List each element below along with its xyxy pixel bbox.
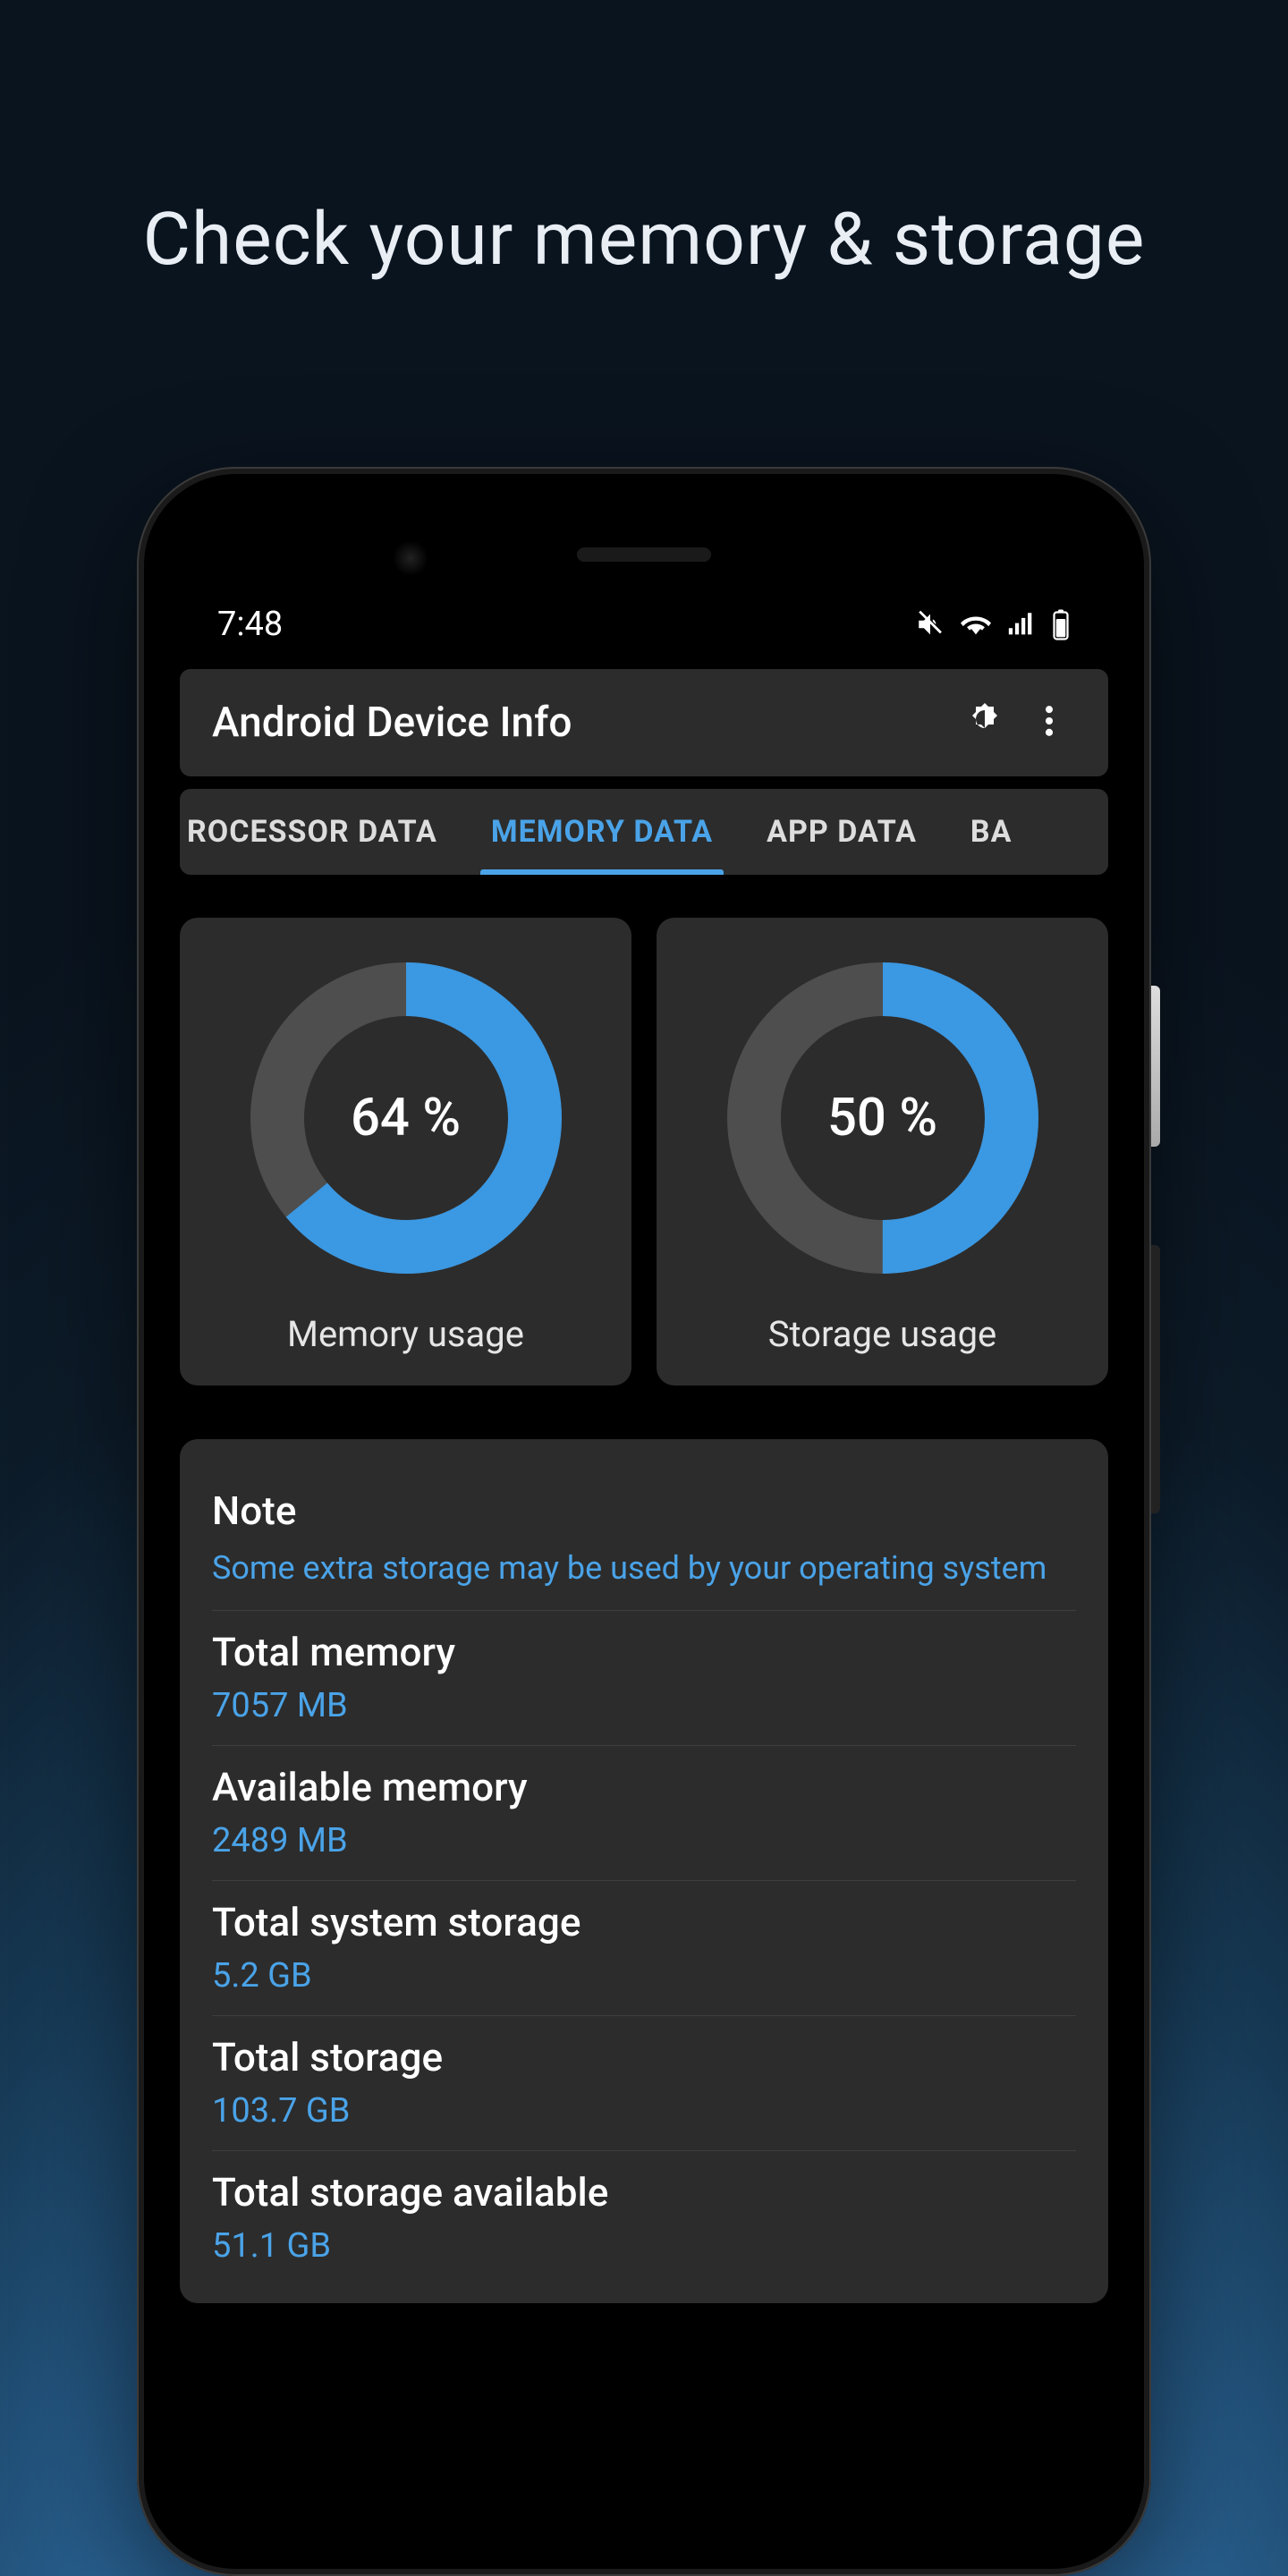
brightness-icon bbox=[963, 699, 1006, 746]
row-value: 2489 MB bbox=[212, 1821, 1076, 1860]
more-vert-icon bbox=[1030, 701, 1069, 744]
tab-battery-data[interactable]: BA bbox=[944, 789, 1039, 875]
row-value: 7057 MB bbox=[212, 1686, 1076, 1725]
info-card: Note Some extra storage may be used by y… bbox=[180, 1439, 1108, 2303]
row-available-memory: Available memory 2489 MB bbox=[212, 1746, 1076, 1881]
promo-title: Check your memory & storage bbox=[0, 197, 1288, 283]
wifi-icon bbox=[960, 609, 992, 640]
row-value: 5.2 GB bbox=[212, 1956, 1076, 1996]
app-title: Android Device Info bbox=[212, 699, 953, 747]
row-label: Total storage available bbox=[212, 2169, 1076, 2216]
status-bar: 7:48 bbox=[180, 488, 1108, 660]
status-time: 7:48 bbox=[217, 605, 283, 644]
app-bar: Android Device Info bbox=[180, 669, 1108, 776]
row-total-storage: Total storage 103.7 GB bbox=[212, 2016, 1076, 2151]
gauge-row: 64 % Memory usage 50 % Storage usage bbox=[180, 918, 1108, 1385]
battery-icon bbox=[1051, 608, 1071, 640]
storage-donut: 50 % bbox=[722, 957, 1044, 1279]
info-note-title: Note bbox=[212, 1487, 1076, 1534]
tab-bar: ROCESSOR DATA MEMORY DATA APP DATA BA bbox=[180, 789, 1108, 875]
memory-usage-card: 64 % Memory usage bbox=[180, 918, 631, 1385]
info-note-row: Note Some extra storage may be used by y… bbox=[212, 1470, 1076, 1611]
storage-usage-card: 50 % Storage usage bbox=[657, 918, 1108, 1385]
row-total-storage-available: Total storage available 51.1 GB bbox=[212, 2151, 1076, 2285]
volume-button bbox=[1151, 1245, 1160, 1513]
overflow-menu-button[interactable] bbox=[1017, 691, 1081, 755]
signal-icon bbox=[1006, 609, 1037, 640]
tab-memory-data[interactable]: MEMORY DATA bbox=[464, 789, 740, 875]
row-total-system-storage: Total system storage 5.2 GB bbox=[212, 1881, 1076, 2016]
storage-gauge-label: Storage usage bbox=[768, 1313, 997, 1355]
tab-processor-data[interactable]: ROCESSOR DATA bbox=[187, 789, 464, 875]
mute-icon bbox=[915, 609, 945, 640]
row-value: 103.7 GB bbox=[212, 2091, 1076, 2131]
row-label: Total storage bbox=[212, 2034, 1076, 2080]
theme-toggle-button[interactable] bbox=[953, 691, 1017, 755]
row-value: 51.1 GB bbox=[212, 2226, 1076, 2266]
row-label: Total memory bbox=[212, 1629, 1076, 1675]
row-total-memory: Total memory 7057 MB bbox=[212, 1611, 1076, 1746]
screen: 7:48 Android bbox=[158, 488, 1130, 2555]
memory-donut: 64 % bbox=[245, 957, 567, 1279]
memory-percent-label: 64 % bbox=[245, 957, 567, 1279]
row-label: Available memory bbox=[212, 1764, 1076, 1810]
status-icons bbox=[915, 608, 1071, 640]
tab-app-data[interactable]: APP DATA bbox=[740, 789, 944, 875]
memory-gauge-label: Memory usage bbox=[287, 1313, 524, 1355]
phone-frame: 7:48 Android bbox=[137, 467, 1151, 2576]
info-note-text: Some extra storage may be used by your o… bbox=[212, 1546, 1076, 1590]
storage-percent-label: 50 % bbox=[722, 957, 1044, 1279]
row-label: Total system storage bbox=[212, 1899, 1076, 1945]
power-button bbox=[1151, 986, 1160, 1147]
